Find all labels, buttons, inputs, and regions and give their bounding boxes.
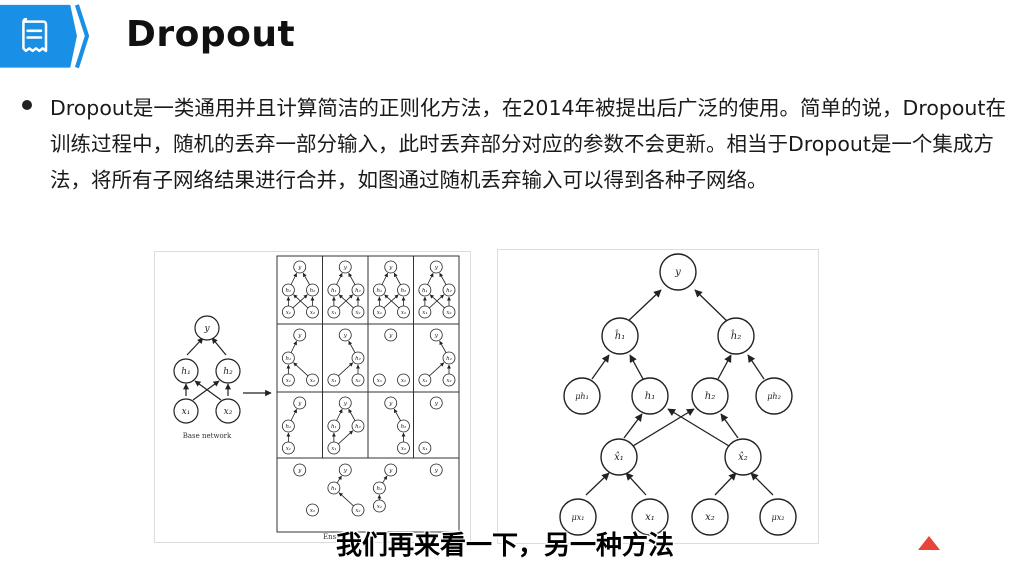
node-x2-hat: x̂₂ bbox=[738, 452, 748, 463]
node-y: y bbox=[203, 324, 210, 334]
svg-text:x₁: x₁ bbox=[422, 310, 427, 316]
svg-text:h₂: h₂ bbox=[446, 288, 452, 294]
node-h1: h₁ bbox=[181, 367, 190, 377]
svg-text:h₂: h₂ bbox=[355, 356, 361, 362]
subnetwork-cell: yh₁x₁ bbox=[372, 463, 398, 513]
svg-text:x₂: x₂ bbox=[355, 508, 360, 514]
svg-text:h₁: h₁ bbox=[286, 288, 292, 294]
svg-text:x₁: x₁ bbox=[377, 310, 382, 316]
svg-text:h₂: h₂ bbox=[401, 424, 407, 430]
svg-text:x₂: x₂ bbox=[446, 310, 451, 316]
bullet-dot bbox=[22, 100, 32, 110]
subnetwork-cell: yh₂x₁ x₂ bbox=[418, 328, 456, 387]
svg-text:x₁: x₁ bbox=[422, 378, 427, 384]
subnetwork-cell: yh₂x₂ bbox=[384, 396, 410, 455]
node-mu-h2: μh₂ bbox=[767, 392, 781, 401]
video-subtitle: 我们再来看一下，另一种方法 bbox=[336, 531, 675, 561]
svg-text:x₁: x₁ bbox=[377, 504, 382, 510]
subnetwork-cell: yh₂x₁ x₂ bbox=[327, 328, 365, 387]
page-title: Dropout bbox=[126, 14, 296, 55]
svg-text:h₁: h₁ bbox=[331, 288, 337, 294]
corner-logo-icon bbox=[918, 536, 940, 550]
figure-dropout-ensemble: y h₁ h₂ x₁ x₂ Base network y h₁ h₂ x₁ x₂ y h₁ h… bbox=[154, 251, 471, 543]
svg-text:x₁: x₁ bbox=[331, 446, 336, 452]
svg-text:x₁: x₁ bbox=[377, 378, 382, 384]
base-network-label: Base network bbox=[183, 432, 232, 440]
svg-text:h₂: h₂ bbox=[355, 424, 361, 430]
body-paragraph: Dropout是一类通用并且计算简洁的正则化方法，在2014年被提出后广泛的使用… bbox=[50, 96, 1006, 192]
subnetwork-cell: yh₁x₁ bbox=[281, 396, 307, 455]
svg-text:x₂: x₂ bbox=[401, 310, 406, 316]
node-h1-hat: ĥ₁ bbox=[615, 330, 625, 342]
node-x2: x₂ bbox=[705, 512, 715, 523]
svg-text:h₁: h₁ bbox=[422, 288, 428, 294]
svg-text:x₁: x₁ bbox=[286, 446, 291, 452]
node-x2: x₂ bbox=[224, 407, 233, 417]
header-banner bbox=[0, 4, 90, 69]
svg-text:h₂: h₂ bbox=[355, 288, 361, 294]
subnetwork-cell: yh₁x₁ x₂ bbox=[281, 328, 319, 387]
svg-text:x₂: x₂ bbox=[310, 508, 315, 514]
svg-text:x₂: x₂ bbox=[355, 310, 360, 316]
node-mu-x1: μx₁ bbox=[572, 513, 585, 522]
subnetwork-cell: yh₁ h₂x₁ x₂ bbox=[281, 260, 319, 319]
node-h2: h₂ bbox=[223, 367, 233, 377]
svg-text:h₁: h₁ bbox=[377, 486, 383, 492]
svg-text:x₁: x₁ bbox=[286, 378, 291, 384]
figure-dropout-mask-network: y ĥ₁ ĥ₂ μh₁ h₁ h₂ μh₂ x̂₁ x̂₂ μx₁ x₁ x₂ … bbox=[497, 249, 819, 544]
ensemble-subnetworks: yh₁ h₂x₁ x₂yh₁ h₂x₁ x₂yh₁ h₂x₁ x₂yh₁ h₂x₁ x₂yh₁x… bbox=[281, 260, 456, 517]
svg-text:h₁: h₁ bbox=[286, 356, 292, 362]
svg-text:x₁: x₁ bbox=[331, 310, 336, 316]
svg-text:x₂: x₂ bbox=[401, 446, 406, 452]
svg-text:x₂: x₂ bbox=[446, 378, 451, 384]
subnetwork-cell: yx₂ bbox=[293, 463, 319, 517]
subnetwork-cell: yx₁ x₂ bbox=[372, 328, 410, 387]
svg-text:x₁: x₁ bbox=[331, 378, 336, 384]
subnetwork-cell: yh₁ h₂x₁ x₂ bbox=[372, 260, 410, 319]
svg-text:x₂: x₂ bbox=[310, 378, 315, 384]
node-x1: x₁ bbox=[182, 407, 191, 417]
subnetwork-cell: yx₁ bbox=[418, 396, 443, 455]
node-mu-x2: μx₂ bbox=[772, 513, 785, 522]
slide-header: Dropout bbox=[0, 0, 1021, 78]
svg-text:x₂: x₂ bbox=[310, 310, 315, 316]
subnetwork-cell: yh₁ h₂x₁ x₂ bbox=[418, 260, 456, 319]
svg-text:x₁: x₁ bbox=[422, 446, 427, 452]
svg-text:h₁: h₁ bbox=[286, 424, 292, 430]
subnetwork-cell: yh₁x₂ bbox=[327, 463, 365, 517]
node-h1: h₁ bbox=[645, 391, 655, 402]
subnetwork-cell: yh₁ h₂x₁ x₂ bbox=[327, 260, 365, 319]
node-x1-hat: x̂₁ bbox=[614, 452, 624, 463]
node-h2: h₂ bbox=[705, 391, 715, 402]
svg-text:h₂: h₂ bbox=[401, 288, 407, 294]
subnetwork-cell: y bbox=[429, 463, 443, 477]
node-y: y bbox=[674, 267, 681, 278]
subnetwork-cell: yh₁ h₂x₁ bbox=[327, 396, 365, 455]
svg-text:x₂: x₂ bbox=[401, 378, 406, 384]
node-x1: x₁ bbox=[645, 512, 655, 523]
svg-text:h₁: h₁ bbox=[331, 486, 337, 492]
svg-text:h₂: h₂ bbox=[310, 288, 316, 294]
svg-text:x₂: x₂ bbox=[355, 378, 360, 384]
node-h2-hat: ĥ₂ bbox=[731, 330, 741, 342]
svg-text:h₁: h₁ bbox=[377, 288, 383, 294]
svg-text:x₁: x₁ bbox=[286, 310, 291, 316]
node-mu-h1: μh₁ bbox=[575, 392, 589, 401]
svg-text:h₁: h₁ bbox=[331, 424, 337, 430]
svg-text:h₂: h₂ bbox=[446, 356, 452, 362]
